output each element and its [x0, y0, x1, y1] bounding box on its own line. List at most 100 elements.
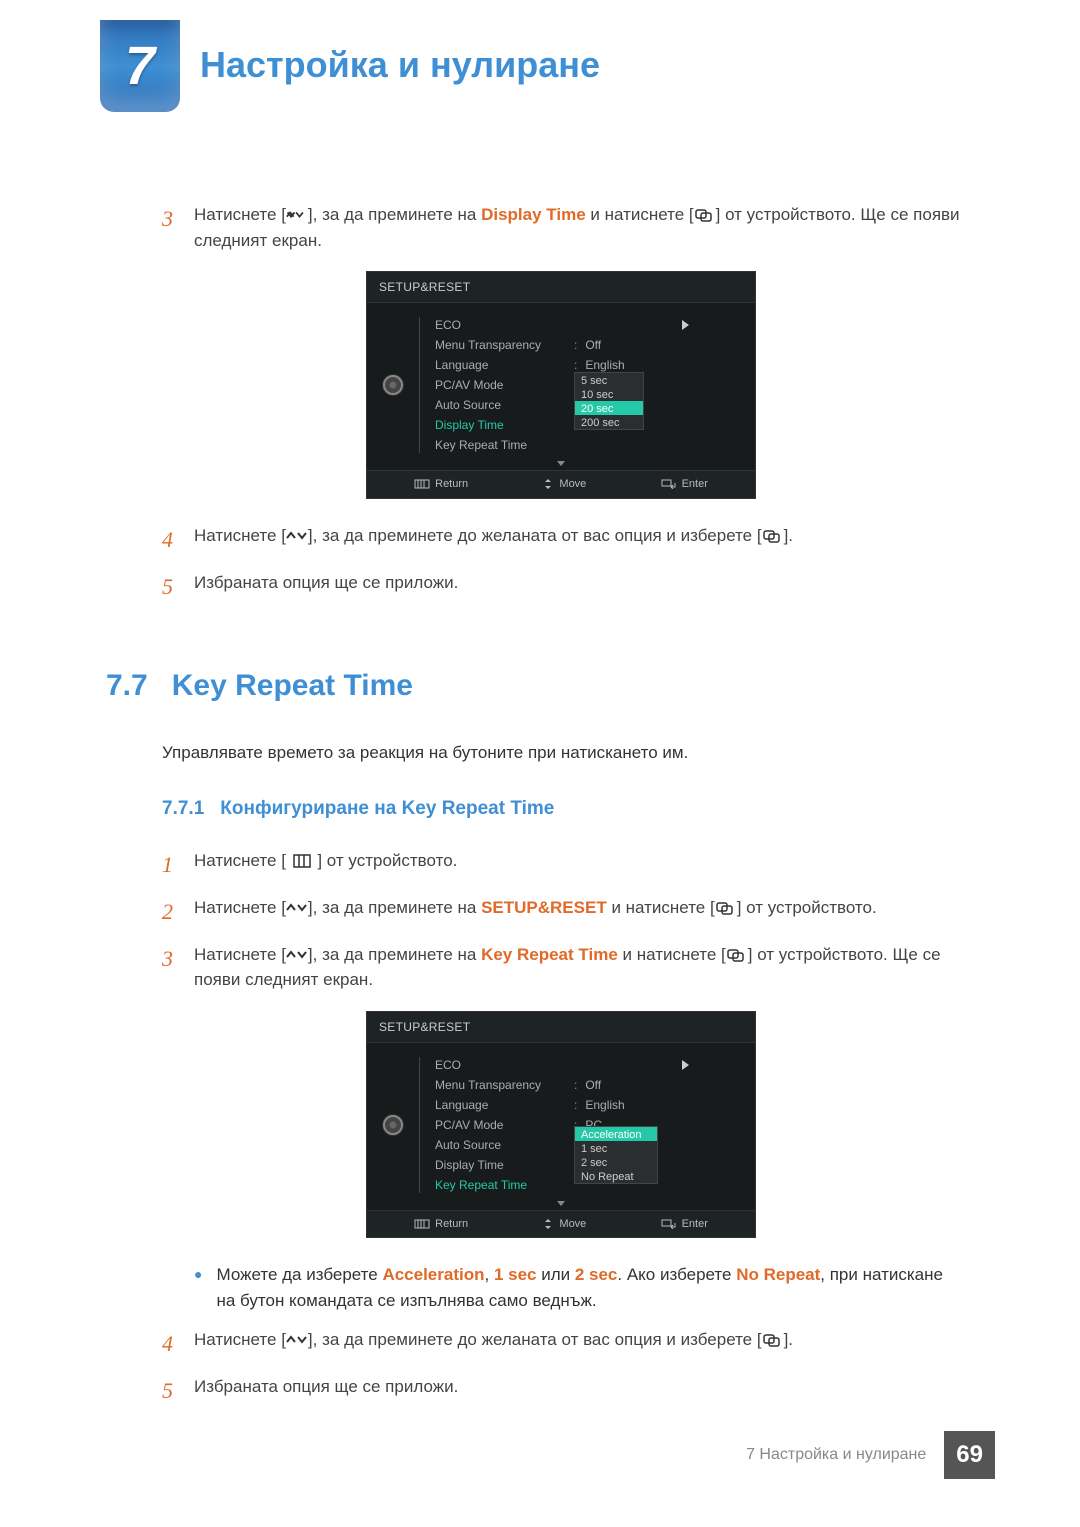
subsection-title: Конфигуриране на Key Repeat Time — [220, 795, 554, 824]
osd-item-label: Display Time — [435, 1155, 570, 1175]
step-number: 3 — [162, 202, 194, 253]
osd-dropdown-option: No Repeat — [575, 1169, 657, 1183]
arrow-right-icon — [682, 1060, 689, 1070]
osd-dropdown-option: Acceleration — [575, 1127, 657, 1141]
chapter-badge: 7 — [100, 20, 180, 112]
content: 3 Натиснете [], за да преминете на Displ… — [162, 202, 960, 1407]
osd-move: Move — [542, 476, 586, 493]
updown-icon — [286, 1333, 308, 1347]
osd-item-value — [574, 435, 656, 455]
subsection-heading-7-7-1: 7.7.1 Конфигуриране на Key Repeat Time — [162, 795, 960, 824]
updown-icon — [286, 901, 308, 915]
step-771-2: 2 Натиснете [], за да преминете на SETUP… — [162, 895, 960, 928]
step-771-5: 5 Избраната опция ще се приложи. — [162, 1374, 960, 1407]
step-number: 4 — [162, 523, 194, 556]
osd-panel: SETUP&RESET ECOMenu TransparencyLanguage… — [366, 271, 756, 499]
osd-item-label: PC/AV Mode — [435, 1115, 570, 1135]
osd-item-label: Auto Source — [435, 395, 570, 415]
step-4: 4 Натиснете [], за да преминете до желан… — [162, 523, 960, 556]
osd-item-label: Auto Source — [435, 1135, 570, 1155]
move-icon — [542, 1218, 554, 1230]
step-text: Натиснете [ ] от устройството. — [194, 848, 960, 881]
osd-dropdown-option: 10 sec — [575, 387, 643, 401]
arrow-down-icon — [557, 1201, 565, 1206]
osd-item-value: English — [574, 1095, 656, 1115]
step-number: 4 — [162, 1327, 194, 1360]
step-text: Избраната опция ще се приложи. — [194, 570, 960, 603]
bullet-icon: ● — [194, 1262, 202, 1313]
step-771-3: 3 Натиснете [], за да преминете на Key R… — [162, 942, 960, 993]
osd-return: Return — [414, 1216, 468, 1233]
enter-icon — [715, 901, 737, 915]
osd-dropdown-option: 2 sec — [575, 1155, 657, 1169]
step-text: Избраната опция ще се приложи. — [194, 1374, 960, 1407]
osd-move: Move — [542, 1216, 586, 1233]
section-description: Управлявате времето за реакция на бутони… — [162, 740, 960, 766]
enter-icon — [762, 529, 784, 543]
footer-text: 7 Настройка и нулиране — [746, 1443, 926, 1467]
osd-item-label: Language — [435, 355, 570, 375]
step-number: 5 — [162, 1374, 194, 1407]
footer-page-number: 69 — [944, 1431, 995, 1479]
gear-icon — [383, 1115, 403, 1135]
bullet-text: Можете да изберете Acceleration, 1 sec и… — [216, 1262, 960, 1313]
osd-item-value: Off — [574, 1075, 656, 1095]
step-text: Натиснете [], за да преминете на Display… — [194, 202, 960, 253]
osd-header: SETUP&RESET — [367, 1012, 755, 1043]
move-icon — [542, 478, 554, 490]
osd-enter: Enter — [661, 476, 708, 493]
gear-icon — [383, 375, 403, 395]
step-number: 5 — [162, 570, 194, 603]
chapter-number: 7 — [125, 26, 155, 107]
osd-item-label: Menu Transparency — [435, 1075, 570, 1095]
osd-dropdown: 5 sec10 sec20 sec200 sec — [574, 372, 644, 430]
enter-icon — [694, 208, 716, 222]
enter-icon — [661, 479, 677, 489]
osd-screenshot-2: SETUP&RESET ECOMenu TransparencyLanguage… — [162, 1011, 960, 1239]
osd-item-label: PC/AV Mode — [435, 375, 570, 395]
highlight-setup-reset: SETUP&RESET — [481, 898, 607, 917]
step-number: 1 — [162, 848, 194, 881]
return-icon — [414, 1219, 430, 1229]
osd-return: Return — [414, 476, 468, 493]
step-771-4: 4 Натиснете [], за да преминете до желан… — [162, 1327, 960, 1360]
osd-item-label: Menu Transparency — [435, 335, 570, 355]
enter-icon — [726, 948, 748, 962]
bullet-note: ● Можете да изберете Acceleration, 1 sec… — [194, 1262, 960, 1313]
osd-dropdown-option: 1 sec — [575, 1141, 657, 1155]
osd-footer: Return Move Enter — [367, 1210, 755, 1238]
page-header: 7 Настройка и нулиране — [0, 0, 1080, 112]
osd-dropdown-option: 5 sec — [575, 373, 643, 387]
section-number: 7.7 — [106, 663, 148, 708]
osd-panel: SETUP&RESET ECOMenu TransparencyLanguage… — [366, 1011, 756, 1239]
step-text: Натиснете [], за да преминете до желанат… — [194, 1327, 960, 1360]
arrow-down-icon — [557, 461, 565, 466]
subsection-number: 7.7.1 — [162, 795, 204, 824]
chapter-title: Настройка и нулиране — [200, 38, 600, 92]
updown-icon — [286, 948, 308, 962]
highlight-key-repeat: Key Repeat Time — [481, 945, 618, 964]
enter-icon — [762, 1333, 784, 1347]
osd-item-label: Key Repeat Time — [435, 435, 570, 455]
step-771-1: 1 Натиснете [ ] от устройството. — [162, 848, 960, 881]
updown-icon — [286, 208, 308, 222]
section-title: Key Repeat Time — [172, 663, 413, 708]
step-3: 3 Натиснете [], за да преминете на Displ… — [162, 202, 960, 253]
osd-item-value: Off — [574, 335, 656, 355]
step-number: 3 — [162, 942, 194, 993]
step-text: Натиснете [], за да преминете на SETUP&R… — [194, 895, 960, 928]
section-heading-7-7: 7.7 Key Repeat Time — [106, 663, 960, 708]
page-footer: 7 Настройка и нулиране 69 — [746, 1431, 995, 1479]
enter-icon — [661, 1219, 677, 1229]
osd-screenshot-1: SETUP&RESET ECOMenu TransparencyLanguage… — [162, 271, 960, 499]
osd-item-label: Key Repeat Time — [435, 1175, 570, 1195]
menu-icon — [291, 854, 313, 868]
osd-dropdown: Acceleration1 sec2 secNo Repeat — [574, 1126, 658, 1184]
osd-item-label: Language — [435, 1095, 570, 1115]
osd-header: SETUP&RESET — [367, 272, 755, 303]
osd-footer: Return Move Enter — [367, 470, 755, 498]
osd-dropdown-option: 20 sec — [575, 401, 643, 415]
osd-dropdown-option: 200 sec — [575, 415, 643, 429]
osd-item-value — [574, 315, 656, 335]
osd-enter: Enter — [661, 1216, 708, 1233]
